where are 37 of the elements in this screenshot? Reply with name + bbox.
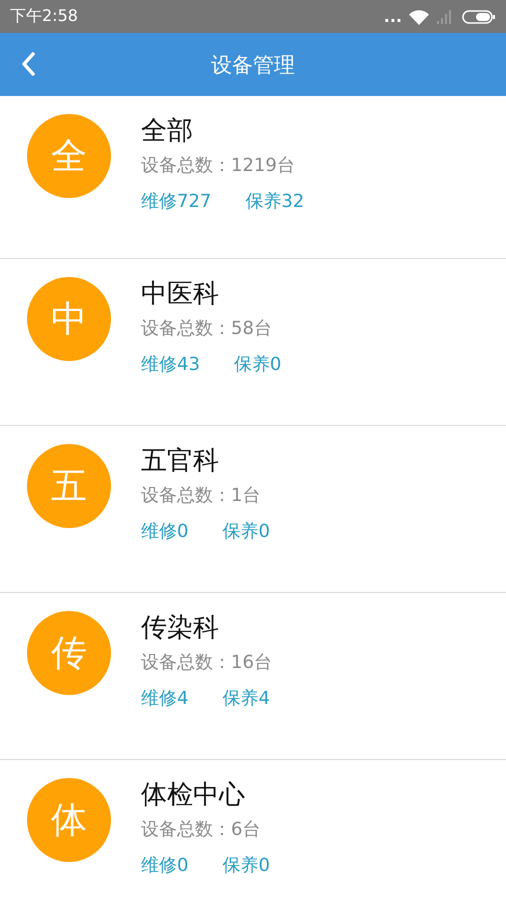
department-avatar: 五	[27, 444, 111, 528]
department-avatar: 全	[27, 114, 111, 198]
maintenance-link[interactable]: 保养32	[245, 190, 304, 214]
department-item[interactable]: 全 全部 设备总数：1219台 维修727 保养32	[0, 96, 506, 259]
status-time: 下午2:58	[10, 6, 78, 27]
repair-link[interactable]: 维修0	[141, 520, 188, 544]
maintenance-link[interactable]: 保养0	[234, 353, 282, 377]
department-name: 传染科	[141, 612, 219, 645]
repair-link[interactable]: 维修0	[141, 854, 188, 878]
back-button[interactable]	[20, 51, 36, 77]
wifi-icon	[408, 8, 430, 24]
department-item[interactable]: 传 传染科 设备总数：16台 维修4 保养4	[0, 593, 506, 760]
department-avatar: 体	[27, 778, 111, 862]
repair-link[interactable]: 维修43	[141, 353, 200, 377]
more-indicator: ...	[384, 8, 402, 24]
repair-link[interactable]: 维修4	[141, 687, 188, 711]
department-name: 中医科	[141, 278, 219, 311]
department-name: 全部	[141, 115, 193, 148]
repair-link[interactable]: 维修727	[141, 190, 212, 214]
back-icon	[20, 51, 36, 77]
department-item[interactable]: 中 中医科 设备总数：58台 维修43 保养0	[0, 259, 506, 426]
page-title: 设备管理	[211, 52, 295, 78]
department-name: 五官科	[141, 445, 219, 478]
maintenance-link[interactable]: 保养4	[222, 687, 270, 711]
device-total: 设备总数：6台	[141, 818, 260, 842]
device-total: 设备总数：58台	[141, 317, 272, 341]
maintenance-link[interactable]: 保养0	[222, 854, 270, 878]
device-total: 设备总数：1219台	[141, 154, 295, 178]
department-item[interactable]: 五 五官科 设备总数：1台 维修0 保养0	[0, 426, 506, 593]
department-item[interactable]: 体 体检中心 设备总数：6台 维修0 保养0	[0, 760, 506, 900]
battery-icon	[462, 8, 496, 24]
department-avatar: 传	[27, 611, 111, 695]
device-total: 设备总数：16台	[141, 651, 272, 675]
department-name: 体检中心	[141, 779, 245, 812]
device-total: 设备总数：1台	[141, 484, 260, 508]
department-avatar: 中	[27, 277, 111, 361]
maintenance-link[interactable]: 保养0	[222, 520, 270, 544]
